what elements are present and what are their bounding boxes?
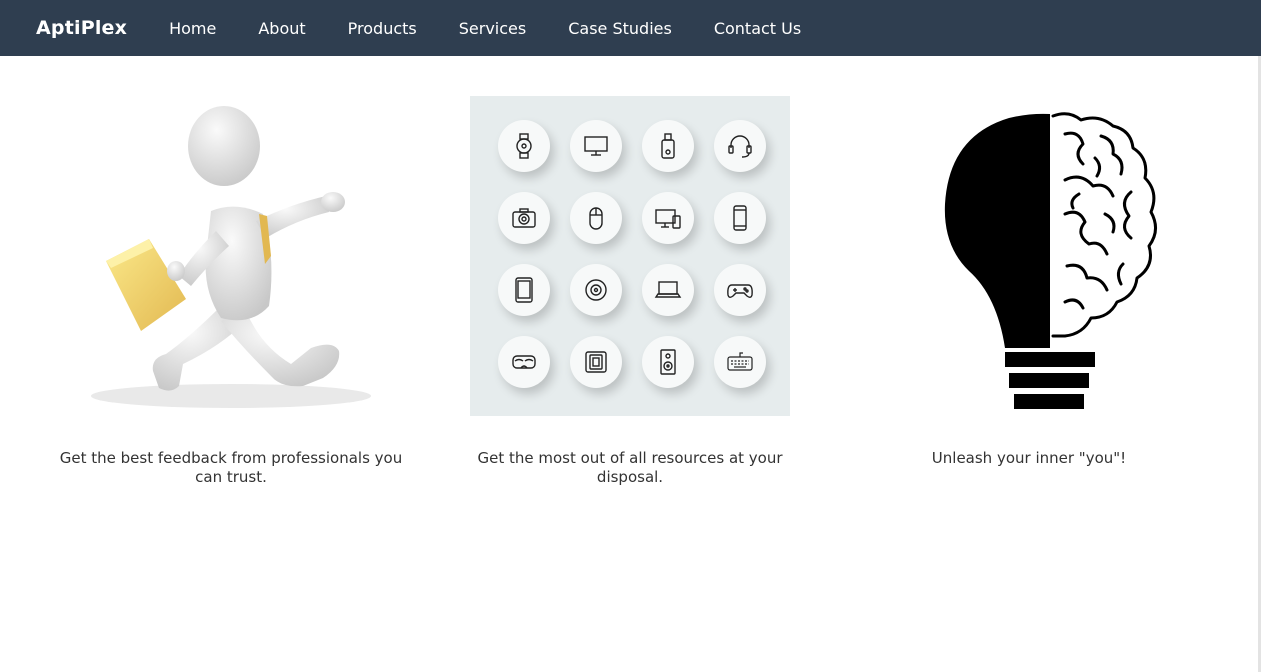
nav-case-studies[interactable]: Case Studies bbox=[568, 19, 672, 38]
running-figure-image bbox=[71, 96, 391, 416]
nav-products[interactable]: Products bbox=[348, 19, 417, 38]
nav-home[interactable]: Home bbox=[169, 19, 216, 38]
smartphone-icon bbox=[714, 192, 766, 244]
smartwatch-icon bbox=[498, 120, 550, 172]
feature-caption: Unleash your inner "you"! bbox=[931, 449, 1127, 467]
nav-about[interactable]: About bbox=[258, 19, 305, 38]
nav-services[interactable]: Services bbox=[459, 19, 526, 38]
mouse-icon bbox=[570, 192, 622, 244]
devices-icon bbox=[642, 192, 694, 244]
tablet-case-icon bbox=[570, 336, 622, 388]
usb-drive-icon bbox=[642, 120, 694, 172]
feature-caption: Get the most out of all resources at you… bbox=[477, 449, 783, 486]
speaker-icon bbox=[642, 336, 694, 388]
keyboard-icon bbox=[714, 336, 766, 388]
gamepad-icon bbox=[714, 264, 766, 316]
headset-icon bbox=[714, 120, 766, 172]
monitor-icon bbox=[570, 120, 622, 172]
feature-inner-you: Unleash your inner "you"! bbox=[844, 96, 1214, 468]
feature-resources: Get the most out of all resources at you… bbox=[445, 96, 815, 487]
device-icon-grid bbox=[498, 120, 766, 388]
device-icons-image bbox=[470, 96, 790, 416]
feature-feedback: Get the best feedback from professionals… bbox=[46, 96, 416, 487]
brand-logo[interactable]: AptiPlex bbox=[36, 17, 127, 39]
camera-icon bbox=[498, 192, 550, 244]
nav-contact-us[interactable]: Contact Us bbox=[714, 19, 801, 38]
top-navbar: AptiPlex Home About Products Services Ca… bbox=[0, 0, 1261, 56]
lightbulb-brain-image bbox=[869, 96, 1189, 416]
disc-icon bbox=[570, 264, 622, 316]
tablet-icon bbox=[498, 264, 550, 316]
laptop-icon bbox=[642, 264, 694, 316]
vr-headset-icon bbox=[498, 336, 550, 388]
feature-caption: Get the best feedback from professionals… bbox=[59, 449, 403, 486]
